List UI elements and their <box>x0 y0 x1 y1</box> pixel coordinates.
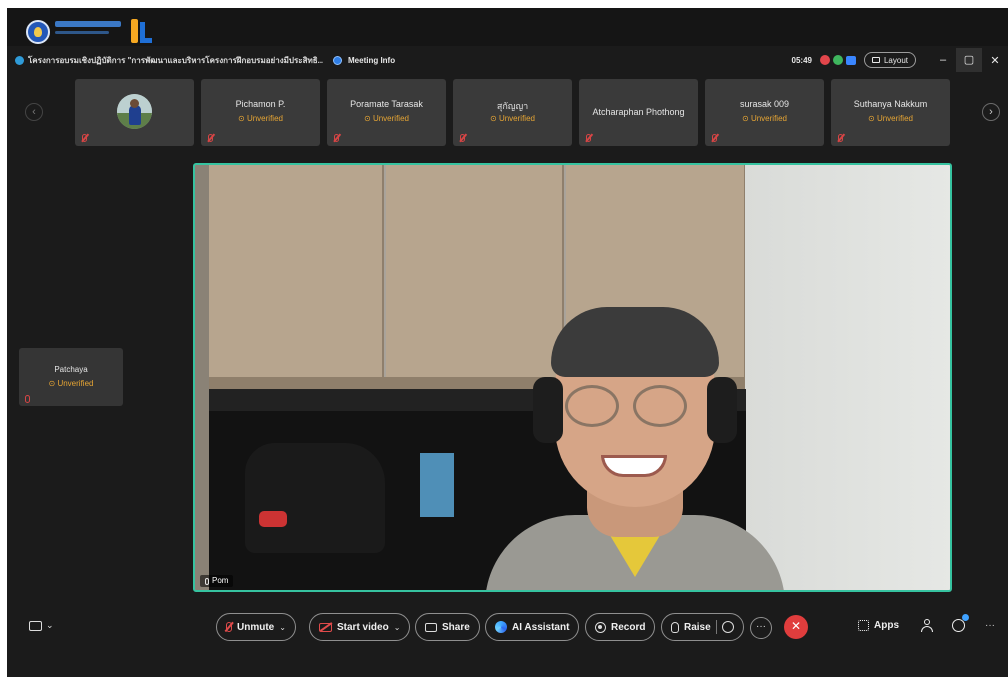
muted-mic-icon <box>226 622 232 632</box>
unverified-badge: ⊙ Unverified <box>238 114 283 123</box>
shield-info-icon[interactable] <box>333 55 342 65</box>
participant-tile[interactable]: Pichamon P. ⊙ Unverified <box>201 79 320 146</box>
chat-menu-button[interactable]: ⌄ <box>29 620 54 631</box>
layout-button[interactable]: Layout <box>863 52 916 68</box>
cabinet-door <box>209 165 384 377</box>
start-video-button[interactable]: Start video ⌄ <box>309 613 411 641</box>
share-screen-icon <box>425 622 437 632</box>
title-bar: โครงการอบรมเชิงปฏิบัติการ "การพัฒนาและบร… <box>7 48 1008 72</box>
muted-mic-icon <box>25 395 30 403</box>
unverified-badge: ⊙ Unverified <box>742 114 787 123</box>
video-off-icon <box>319 622 332 632</box>
participant-tile[interactable]: Suthanya Nakkum ⊙ Unverified <box>831 79 950 146</box>
webex-meeting-icon <box>15 55 24 65</box>
notification-dot <box>962 614 969 621</box>
participant-name: Pichamon P. <box>235 99 286 109</box>
unverified-badge: ⊙ Unverified <box>48 379 94 388</box>
close-window-button[interactable]: ✕ <box>982 54 1008 67</box>
layout-icon <box>871 57 880 63</box>
meeting-toolbar: ⌄ Unmute ⌄ Start video ⌄ Share AI Assist… <box>7 608 1008 646</box>
raise-hand-button[interactable]: Raise <box>661 613 744 641</box>
more-panels-button[interactable]: ··· <box>985 620 995 631</box>
participant-tile[interactable] <box>75 79 194 146</box>
side-participant-tile[interactable]: Patchaya ⊙ Unverified <box>19 348 123 406</box>
university-seal-logo <box>26 20 50 44</box>
leave-meeting-button[interactable]: ✕ <box>784 615 808 639</box>
share-button[interactable]: Share <box>415 613 480 641</box>
participant-name: surasak 009 <box>739 99 790 109</box>
record-icon <box>595 621 606 633</box>
connection-status-icon[interactable] <box>832 55 843 65</box>
participant-tile[interactable]: Atcharaphan Phothong <box>579 79 698 146</box>
participant-name: สุกัญญา <box>496 101 529 111</box>
participant-name: Suthanya Nakkum <box>853 99 928 109</box>
participant-strip: ‹ Pichamon P. ⊙ Unverified Poramate Tara… <box>7 78 1008 146</box>
meeting-window: โครงการอบรมเชิงปฏิบัติการ "การพัฒนาและบร… <box>7 8 1008 677</box>
meeting-timer: 05:49 <box>791 55 812 65</box>
notes-icon[interactable] <box>845 55 856 65</box>
meeting-info-button[interactable]: Meeting Info <box>348 56 395 65</box>
muted-mic-icon <box>208 134 213 142</box>
reactions-icon[interactable] <box>721 621 734 633</box>
muted-mic-icon <box>712 134 717 142</box>
record-button[interactable]: Record <box>585 613 656 641</box>
chat-bubble-icon <box>29 620 42 631</box>
ai-assistant-button[interactable]: AI Assistant <box>485 613 580 641</box>
unverified-badge: ⊙ Unverified <box>868 114 913 123</box>
participants-icon[interactable] <box>921 619 933 633</box>
unverified-badge: ⊙ Unverified <box>364 114 409 123</box>
active-speaker-video[interactable]: Pom <box>193 163 952 592</box>
mic-icon <box>205 577 209 585</box>
participant-name: Patchaya <box>54 365 88 374</box>
restore-button[interactable]: ▢ <box>956 48 982 72</box>
chat-icon[interactable] <box>952 619 965 632</box>
muted-mic-icon <box>838 134 843 142</box>
participant-tile[interactable]: สุกัญญา ⊙ Unverified <box>453 79 572 146</box>
unmute-button[interactable]: Unmute ⌄ <box>216 613 296 641</box>
muted-mic-icon <box>586 134 591 142</box>
muted-mic-icon <box>460 134 465 142</box>
next-participants-button[interactable]: › <box>982 103 1000 121</box>
participant-name: Poramate Tarasak <box>350 99 423 109</box>
headphones-icon <box>533 377 563 443</box>
participant-name: Atcharaphan Phothong <box>592 107 685 117</box>
recording-status-icon[interactable] <box>819 55 830 65</box>
ai-assistant-icon <box>495 621 507 633</box>
speaker-name-label: Pom <box>200 575 234 587</box>
chevron-down-icon[interactable]: ⌄ <box>394 623 401 632</box>
participant-tile[interactable]: surasak 009 ⊙ Unverified <box>705 79 824 146</box>
unverified-badge: ⊙ Unverified <box>490 114 535 123</box>
apps-grid-icon <box>858 620 869 631</box>
minimize-button[interactable]: – <box>930 54 956 66</box>
hand-icon <box>671 621 679 633</box>
chevron-down-icon: ⌄ <box>46 620 54 630</box>
university-name-logo <box>55 21 125 34</box>
muted-mic-icon <box>334 134 339 142</box>
speaker-person <box>455 285 815 590</box>
program-logo <box>130 19 152 45</box>
apps-button[interactable]: Apps <box>858 620 899 631</box>
more-options-button[interactable]: ··· <box>750 617 772 639</box>
meeting-title: โครงการอบรมเชิงปฏิบัติการ "การพัฒนาและบร… <box>28 55 323 65</box>
layout-label: Layout <box>883 55 908 65</box>
muted-mic-icon <box>82 134 87 142</box>
participant-tile[interactable]: Poramate Tarasak ⊙ Unverified <box>327 79 446 146</box>
prev-participants-button[interactable]: ‹ <box>25 103 43 121</box>
organization-logo-bar <box>7 8 1008 46</box>
chevron-down-icon[interactable]: ⌄ <box>279 623 286 632</box>
participant-avatar <box>117 94 152 129</box>
